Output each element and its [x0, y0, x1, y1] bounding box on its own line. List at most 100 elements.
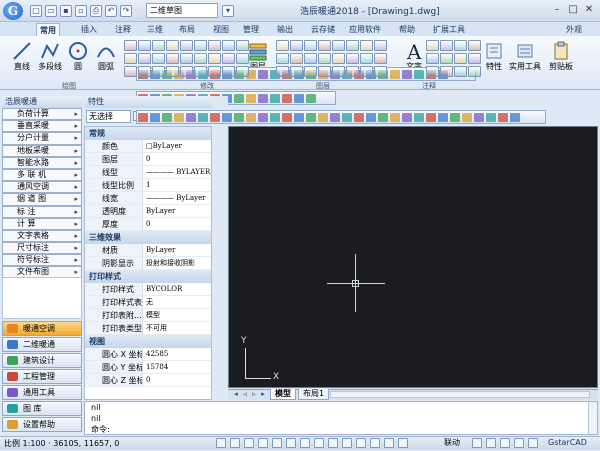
draw-tool-icon[interactable] [138, 66, 151, 77]
toolbar-tool-icon[interactable] [366, 113, 376, 122]
property-row[interactable]: 打印表附... 模型 [85, 309, 211, 322]
modify-tool-icon[interactable] [360, 53, 373, 64]
toolbar-tool-icon[interactable] [342, 113, 352, 122]
hvac-menu-item[interactable]: 通风空调 [2, 181, 82, 194]
modify-tool-icon[interactable] [304, 40, 317, 51]
draw-tool-icon[interactable] [180, 66, 193, 77]
draw-tool-icon[interactable] [194, 53, 207, 64]
toolbar-tool-icon[interactable] [414, 113, 424, 122]
toolbar-tool-icon[interactable] [294, 94, 304, 103]
toolbar-tool-icon[interactable] [234, 94, 244, 103]
toolbar-tool-icon[interactable] [246, 113, 256, 122]
hvac-menu-item[interactable]: 负荷计算 [2, 108, 82, 121]
tab-layout1[interactable]: 布局1 [298, 389, 330, 400]
command-prompt[interactable]: 命令: [91, 424, 597, 435]
hvac-menu-item[interactable]: 烟 道 图 [2, 193, 82, 206]
modify-tool-icon[interactable] [346, 53, 359, 64]
toolbar-tool-icon[interactable] [174, 113, 184, 122]
selection-dropdown[interactable]: 无选择 [86, 110, 131, 123]
next-layout-icon[interactable]: ▹ [250, 389, 258, 400]
tab-ribbon-9[interactable]: 应用软件 [346, 23, 384, 36]
draw-tool-icon[interactable] [236, 40, 249, 51]
utilities-button[interactable]: 实用工具 [508, 40, 542, 72]
property-value[interactable]: 不可用 [143, 322, 211, 335]
hvac-category-button[interactable]: 二维暖通 [2, 337, 82, 352]
status-toggle-icon[interactable] [398, 438, 408, 448]
status-toggle-icon[interactable] [342, 438, 352, 448]
annotation-tool-icon[interactable] [454, 40, 467, 51]
status-toggle-icon[interactable] [300, 438, 310, 448]
toolbar-tool-icon[interactable] [378, 113, 388, 122]
status-toggle-icon[interactable] [384, 438, 394, 448]
save-as-icon[interactable]: ▫ [75, 5, 87, 17]
arc-button[interactable]: 圆弧 [92, 40, 120, 72]
status-toggle-icon[interactable] [216, 438, 226, 448]
command-scrollbar[interactable] [588, 402, 597, 434]
new-file-icon[interactable]: □ [30, 5, 42, 17]
toolbar-tool-icon[interactable] [486, 113, 496, 122]
drawing-toolbar[interactable] [136, 110, 546, 124]
minimize-button[interactable]: – [550, 3, 564, 17]
property-section-header[interactable]: 打印样式 [85, 270, 211, 283]
modify-tool-icon[interactable] [374, 53, 387, 64]
property-row[interactable]: 打印样式表无 [85, 296, 211, 309]
drawing-canvas[interactable] [228, 126, 598, 388]
tab-ribbon-4[interactable]: 布局 [176, 23, 198, 36]
toolbar-tool-icon[interactable] [354, 113, 364, 122]
annotation-tool-icon[interactable] [426, 66, 439, 77]
toolbar-tool-icon[interactable] [258, 70, 268, 79]
status-toggle-icon[interactable] [244, 438, 254, 448]
draw-tool-icon[interactable] [180, 53, 193, 64]
properties-button[interactable]: 特性 [480, 40, 508, 72]
modify-tool-icon[interactable] [318, 40, 331, 51]
workspace-select[interactable]: 二维草图 [146, 3, 218, 18]
property-row[interactable]: 线型比例 1 [85, 179, 211, 192]
draw-tool-icon[interactable] [222, 66, 235, 77]
toolbar-tool-icon[interactable] [282, 94, 292, 103]
toolbar-tool-icon[interactable] [270, 113, 280, 122]
draw-tool-icon[interactable] [208, 40, 221, 51]
annotation-tool-icon[interactable] [440, 66, 453, 77]
hvac-menu-item[interactable]: 文字表格 [2, 229, 82, 243]
modify-tool-icon[interactable] [304, 66, 317, 77]
toolbar-tool-icon[interactable] [198, 113, 208, 122]
tab-ribbon-0[interactable]: 常用 [36, 23, 60, 36]
modify-tool-icon[interactable] [332, 40, 345, 51]
modify-tool-icon[interactable] [346, 40, 359, 51]
hvac-category-button[interactable]: 建筑设计 [2, 353, 82, 368]
last-layout-icon[interactable]: ▸ [259, 389, 267, 400]
tab-ribbon-1[interactable]: 插入 [78, 23, 100, 36]
polyline-button[interactable]: 多段线 [36, 40, 64, 72]
hvac-menu-item[interactable]: 地板采暖 [2, 144, 82, 157]
hvac-menu-item[interactable]: 垂直采暖 [2, 120, 82, 133]
toolbar-tool-icon[interactable] [330, 113, 340, 122]
toolbar-tool-icon[interactable] [474, 113, 484, 122]
toolbar-tool-icon[interactable] [306, 113, 316, 122]
tab-ribbon-3[interactable]: 三维 [144, 23, 166, 36]
undo-icon[interactable]: ↶ [105, 5, 117, 17]
property-value[interactable]: 模型 [143, 309, 211, 322]
hvac-category-button[interactable]: 暖通空调 [2, 321, 82, 336]
close-button[interactable]: ✕ [582, 3, 596, 17]
property-value[interactable]: 0 [143, 218, 211, 231]
property-row[interactable]: 图层 0 [85, 153, 211, 166]
draw-tool-icon[interactable] [208, 53, 221, 64]
redo-icon[interactable]: ↷ [120, 5, 132, 17]
hvac-menu-item[interactable]: 标 注 [2, 205, 82, 218]
toolbar-tool-icon[interactable] [402, 70, 412, 79]
hvac-menu-item[interactable]: 计 算 [2, 217, 82, 230]
hvac-menu-item[interactable]: 尺寸标注 [2, 242, 82, 255]
property-row[interactable]: 圆心 Z 坐标 0 [85, 374, 211, 387]
link-toggle[interactable]: 联动 [444, 436, 460, 450]
modify-tool-icon[interactable] [374, 40, 387, 51]
status-tray-icon[interactable] [514, 438, 524, 448]
property-row[interactable]: 打印样式 BYCOLOR [85, 283, 211, 296]
tab-ribbon-10[interactable]: 帮助 [396, 23, 418, 36]
draw-tool-icon[interactable] [222, 53, 235, 64]
draw-tool-icon[interactable] [236, 53, 249, 64]
toolbar-tool-icon[interactable] [258, 113, 268, 122]
first-layout-icon[interactable]: ◂ [232, 389, 240, 400]
toolbar-tool-icon[interactable] [498, 113, 508, 122]
modify-tool-icon[interactable] [346, 66, 359, 77]
property-section-header[interactable]: 视图 [85, 335, 211, 348]
